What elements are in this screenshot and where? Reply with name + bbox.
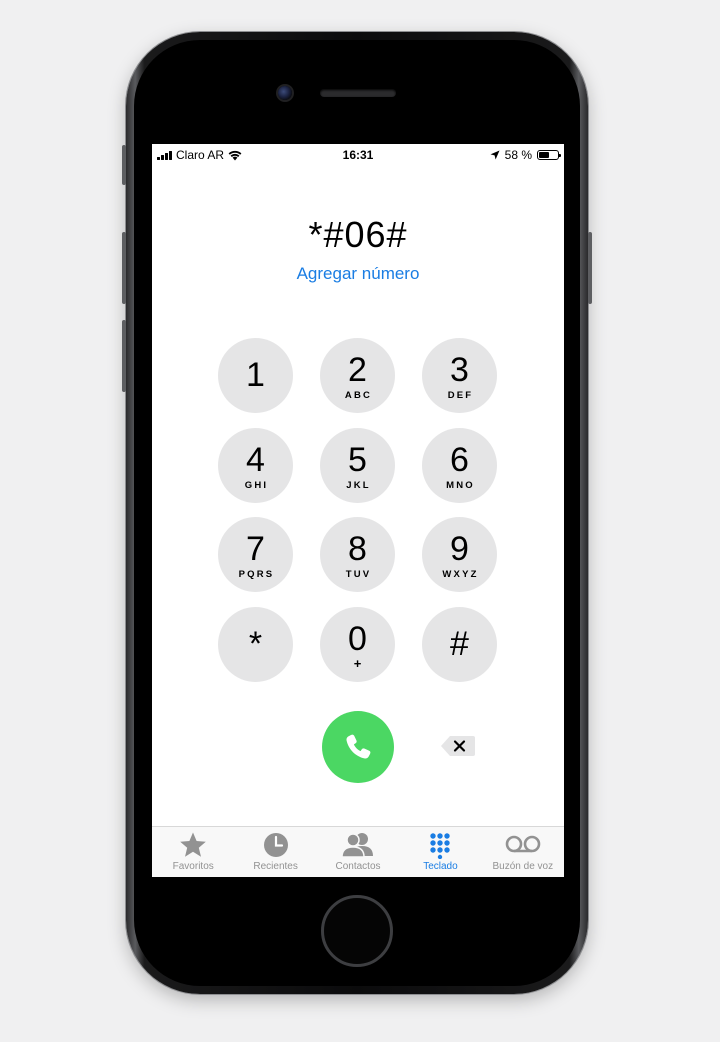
- contacts-icon: [341, 833, 374, 858]
- key-6[interactable]: 6 MNO: [422, 428, 497, 503]
- key-0[interactable]: 0 +: [320, 607, 395, 682]
- key-star[interactable]: *: [218, 607, 293, 682]
- key-digit: 1: [246, 356, 265, 394]
- key-letters: TUV: [345, 569, 372, 580]
- key-letters: PQRS: [238, 569, 275, 580]
- key-digit: 0: [348, 620, 367, 658]
- key-digit: 9: [450, 530, 469, 568]
- key-letters: WXYZ: [442, 569, 479, 580]
- key-digit: 4: [246, 441, 265, 479]
- volume-down-button: [122, 320, 126, 392]
- phone-screen: Claro AR 16:31 58 % *#06# Agregar número…: [152, 144, 564, 877]
- tab-label: Buzón de voz: [492, 861, 554, 872]
- tab-contactos[interactable]: Contactos: [317, 827, 399, 877]
- key-letters: DEF: [447, 390, 474, 401]
- key-7[interactable]: 7 PQRS: [218, 517, 293, 592]
- key-4[interactable]: 4 GHI: [218, 428, 293, 503]
- location-arrow-icon: [490, 150, 500, 160]
- front-camera: [278, 86, 292, 100]
- backspace-icon: [441, 736, 475, 756]
- key-digit: 5: [348, 441, 367, 479]
- key-2[interactable]: 2 ABC: [320, 338, 395, 413]
- tab-buzon-de-voz[interactable]: Buzón de voz: [482, 827, 564, 877]
- key-digit: 2: [348, 351, 367, 389]
- key-digit: #: [450, 625, 469, 663]
- tab-bar: Favoritos Recientes Contactos Teclado Bu…: [152, 826, 564, 877]
- key-digit: 3: [450, 351, 469, 389]
- battery-percentage: 58 %: [504, 148, 532, 162]
- key-8[interactable]: 8 TUV: [320, 517, 395, 592]
- key-3[interactable]: 3 DEF: [422, 338, 497, 413]
- home-button[interactable]: [321, 895, 393, 967]
- key-digit: 7: [246, 530, 265, 568]
- key-digit: *: [248, 625, 263, 663]
- key-9[interactable]: 9 WXYZ: [422, 517, 497, 592]
- dialed-number: *#06#: [308, 214, 408, 255]
- add-number-link[interactable]: Agregar número: [152, 264, 564, 284]
- earpiece-speaker: [320, 89, 396, 97]
- key-letters: JKL: [346, 480, 371, 491]
- key-letters: GHI: [244, 480, 269, 491]
- key-digit: 8: [348, 530, 367, 568]
- call-button[interactable]: [322, 711, 394, 783]
- key-hash[interactable]: #: [422, 607, 497, 682]
- tab-label: Contactos: [335, 861, 381, 872]
- star-icon: [180, 832, 207, 857]
- tab-label: Teclado: [423, 861, 458, 872]
- key-5[interactable]: 5 JKL: [320, 428, 395, 503]
- key-1[interactable]: 1: [218, 338, 293, 413]
- power-button: [588, 232, 592, 304]
- voicemail-icon: [505, 835, 541, 853]
- tab-favoritos[interactable]: Favoritos: [152, 827, 234, 877]
- clock-icon: [263, 833, 288, 857]
- volume-up-button: [122, 232, 126, 304]
- key-letters: MNO: [446, 480, 475, 491]
- mute-switch: [122, 145, 126, 185]
- tab-recientes[interactable]: Recientes: [234, 827, 316, 877]
- delete-button[interactable]: [440, 735, 476, 757]
- tab-teclado[interactable]: Teclado: [399, 827, 481, 877]
- keypad-icon: [430, 833, 451, 859]
- tab-label: Recientes: [253, 861, 298, 872]
- battery-fill: [539, 152, 550, 158]
- key-digit: 6: [450, 441, 469, 479]
- phone-icon: [346, 734, 371, 759]
- tab-label: Favoritos: [172, 861, 214, 872]
- key-letters: ABC: [344, 390, 373, 401]
- key-letters: +: [353, 656, 362, 671]
- battery-icon: [537, 150, 561, 160]
- status-bar: Claro AR 16:31 58 %: [152, 144, 564, 166]
